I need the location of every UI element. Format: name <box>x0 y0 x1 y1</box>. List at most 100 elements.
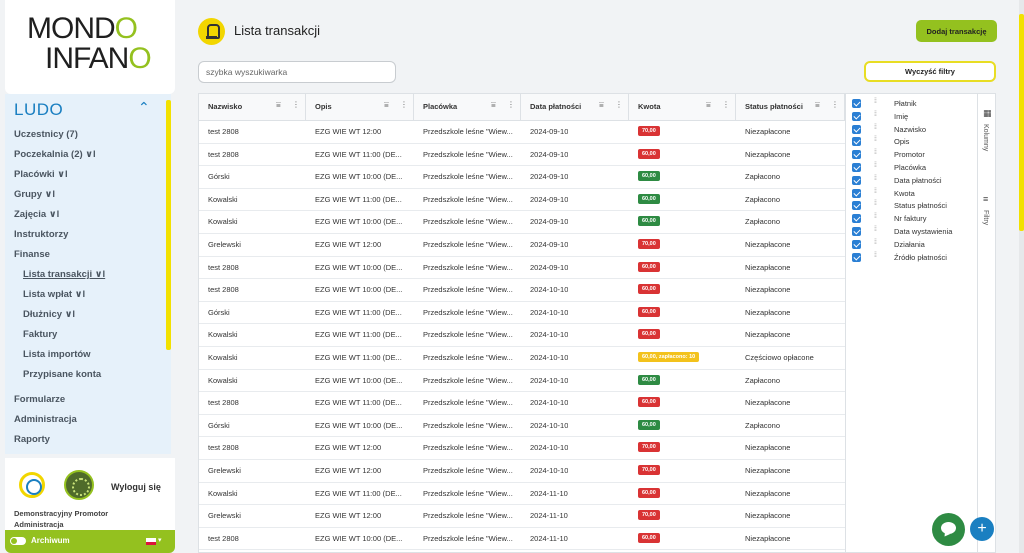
column-toggle-item[interactable]: ⁞⁞ Data wystawienia <box>852 226 976 238</box>
drag-handle-icon[interactable]: ⁞⁞ <box>874 162 877 169</box>
table-row[interactable]: Górski EZG WIE WT 10:00 (DE... Przedszkole… <box>199 166 845 189</box>
column-toggle-item[interactable]: ⁞⁞ Data płatności <box>852 175 976 187</box>
sidebar-item-placowki[interactable]: Placówki ∨l <box>14 169 68 180</box>
column-toggle-item[interactable]: ⁞⁞ Status płatności <box>852 200 976 212</box>
table-row[interactable]: test 2808 EZG WIE WT 11:00 (DE... Przedszk… <box>199 144 845 167</box>
checkbox-icon[interactable] <box>852 111 861 121</box>
checkbox-icon[interactable] <box>852 239 861 249</box>
sidebar-item-raporty[interactable]: Raporty <box>14 434 50 445</box>
page-scrollbar-thumb[interactable] <box>1019 14 1024 231</box>
table-row[interactable]: test 2808 EZG WIE WT 10:00 (DE... Przedszk… <box>199 528 845 551</box>
table-row[interactable]: test 2808 EZG WIE WT 12:00 Przedszkole leś… <box>199 121 845 144</box>
checkbox-icon[interactable] <box>852 163 861 172</box>
drag-handle-icon[interactable]: ⁞⁞ <box>874 175 877 182</box>
table-row[interactable]: Kowalski EZG WIE WT 11:00 (DE... Przedszko… <box>199 324 845 347</box>
chevron-down-icon[interactable]: ▾ <box>158 536 162 544</box>
checkbox-icon[interactable] <box>852 99 861 108</box>
clear-filters-button[interactable]: Wyczyść filtry <box>864 61 996 82</box>
column-toggle-item[interactable]: ⁞⁞ Promotor <box>852 149 976 161</box>
sidebar-item-przypisane-konta[interactable]: Przypisane konta <box>23 369 101 380</box>
checkbox-icon[interactable] <box>852 227 861 236</box>
column-menu-icon[interactable]: ⋮ <box>615 100 623 109</box>
drag-handle-icon[interactable]: ⁞⁞ <box>874 252 877 259</box>
sidebar-item-instruktorzy[interactable]: Instruktorzy <box>14 229 68 240</box>
sort-filter-icon[interactable]: ⩸ <box>706 100 711 110</box>
checkbox-icon[interactable] <box>852 188 861 198</box>
column-header[interactable]: Nazwisko ⩸ ⋮ <box>199 94 306 121</box>
polish-flag-icon[interactable] <box>146 538 156 545</box>
column-toggle-item[interactable]: ⁞⁞ Źródło płatności <box>852 252 976 264</box>
checkbox-icon[interactable] <box>852 124 861 134</box>
sidebar-item-finanse[interactable]: Finanse <box>14 249 50 260</box>
drag-handle-icon[interactable]: ⁞⁞ <box>874 98 877 105</box>
drag-handle-icon[interactable]: ⁞⁞ <box>874 124 877 131</box>
sidebar-item-dluznicy[interactable]: Dłużnicy ∨l <box>23 309 75 320</box>
table-row[interactable]: Kowalski EZG WIE WT 10:00 (DE... Przedszko… <box>199 370 845 393</box>
column-header[interactable]: Kwota ⩸ ⋮ <box>629 94 736 121</box>
table-row[interactable]: test 2808 EZG WIE WT 10:00 (DE... Przedszk… <box>199 279 845 302</box>
archive-toggle[interactable] <box>10 537 26 545</box>
sidebar-item-faktury[interactable]: Faktury <box>23 329 57 340</box>
search-input[interactable] <box>198 61 396 83</box>
table-row[interactable]: Kowalski EZG WIE WT 11:00 (DE... Przedszko… <box>199 483 845 506</box>
brand-logo[interactable]: MONDO INFANO <box>5 0 175 94</box>
drag-handle-icon[interactable]: ⁞⁞ <box>874 111 877 118</box>
table-row[interactable]: test 2808 EZG WIE WT 10:00 (DE... Przedszk… <box>199 257 845 280</box>
sidebar-section-title[interactable]: LUDO <box>14 100 63 120</box>
drag-handle-icon[interactable]: ⁞⁞ <box>874 136 877 143</box>
drag-handle-icon[interactable]: ⁞⁞ <box>874 149 877 156</box>
column-menu-icon[interactable]: ⋮ <box>292 100 300 109</box>
sidebar-item-uczestnicy[interactable]: Uczestnicy (7) <box>14 129 78 140</box>
column-header[interactable]: Placówka ⩸ ⋮ <box>414 94 521 121</box>
column-toggle-item[interactable]: ⁞⁞ Nr faktury <box>852 213 976 225</box>
column-header[interactable]: Opis ⩸ ⋮ <box>306 94 414 121</box>
checkbox-icon[interactable] <box>852 175 861 185</box>
sort-filter-icon[interactable]: ⩸ <box>491 100 496 110</box>
tab-columns[interactable]: ▦ Kolumny <box>978 106 995 176</box>
checkbox-icon[interactable] <box>852 252 861 262</box>
column-header[interactable]: Data płatności ⩸ ⋮ <box>521 94 629 121</box>
logout-link[interactable]: Wyloguj się <box>111 482 161 492</box>
column-toggle-item[interactable]: ⁞⁞ Opis <box>852 136 976 148</box>
table-row[interactable]: Górski EZG WIE WT 10:00 (DE... Przedszkole… <box>199 415 845 438</box>
tab-filters[interactable]: ≡ Filtry <box>978 192 995 242</box>
column-toggle-item[interactable]: ⁞⁞ Nazwisko <box>852 124 976 136</box>
column-toggle-item[interactable]: ⁞⁞ Kwota <box>852 188 976 200</box>
table-row[interactable]: Kowalski EZG WIE WT 10:00 (DE... Przedszko… <box>199 211 845 234</box>
drag-handle-icon[interactable]: ⁞⁞ <box>874 226 877 233</box>
column-toggle-item[interactable]: ⁞⁞ Działania <box>852 239 976 251</box>
checkbox-icon[interactable] <box>852 214 861 224</box>
sort-filter-icon[interactable]: ⩸ <box>599 100 604 110</box>
drag-handle-icon[interactable]: ⁞⁞ <box>874 188 877 195</box>
sidebar-item-administracja[interactable]: Administracja <box>14 414 77 425</box>
column-toggle-item[interactable]: ⁞⁞ Płatnik <box>852 98 976 110</box>
column-menu-icon[interactable]: ⋮ <box>722 100 730 109</box>
sidebar-item-grupy[interactable]: Grupy ∨l <box>14 189 55 200</box>
sidebar-item-zajecia[interactable]: Zajęcia ∨l <box>14 209 59 220</box>
sidebar-item-lista-importow[interactable]: Lista importów <box>23 349 91 360</box>
plus-icon[interactable]: + <box>970 517 994 541</box>
table-row[interactable]: Grelewski EZG WIE WT 12:00 Przedszkole leś… <box>199 234 845 257</box>
column-toggle-item[interactable]: ⁞⁞ Imię <box>852 111 976 123</box>
column-menu-icon[interactable]: ⋮ <box>400 100 408 109</box>
sidebar-item-lista-transakcji[interactable]: Lista transakcji ∨l <box>23 269 105 280</box>
table-row[interactable]: Kowalski EZG WIE WT 11:00 (DE... Przedszko… <box>199 347 845 370</box>
sidebar-item-poczekalnia[interactable]: Poczekalnia (2) ∨l <box>14 149 96 160</box>
sidebar-item-lista-wplat[interactable]: Lista wpłat ∨l <box>23 289 85 300</box>
add-transaction-button[interactable]: Dodaj transakcję <box>916 20 997 42</box>
table-row[interactable]: Kowalski EZG WIE WT 11:00 (DE... Przedszko… <box>199 189 845 212</box>
chat-icon[interactable] <box>932 513 965 546</box>
table-row[interactable]: test 2808 EZG WIE WT 11:00 (DE... Przedszk… <box>199 392 845 415</box>
drag-handle-icon[interactable]: ⁞⁞ <box>874 213 877 220</box>
column-menu-icon[interactable]: ⋮ <box>507 100 515 109</box>
table-row[interactable]: Górski EZG WIE WT 11:00 (DE... Przedszkole… <box>199 302 845 325</box>
sort-filter-icon[interactable]: ⩸ <box>276 100 281 110</box>
checkbox-icon[interactable] <box>852 137 861 147</box>
drag-handle-icon[interactable]: ⁞⁞ <box>874 239 877 246</box>
table-row[interactable]: Grelewski EZG WIE WT 12:00 Przedszkole leś… <box>199 460 845 483</box>
checkbox-icon[interactable] <box>852 150 861 160</box>
column-header[interactable]: Status płatności ⩸ ⋮ <box>736 94 845 121</box>
table-row[interactable]: Grelewski EZG WIE WT 12:00 Przedszkole leś… <box>199 505 845 528</box>
sidebar-item-formularze[interactable]: Formularze <box>14 394 65 405</box>
chevron-up-icon[interactable]: ⌃ <box>138 99 150 116</box>
